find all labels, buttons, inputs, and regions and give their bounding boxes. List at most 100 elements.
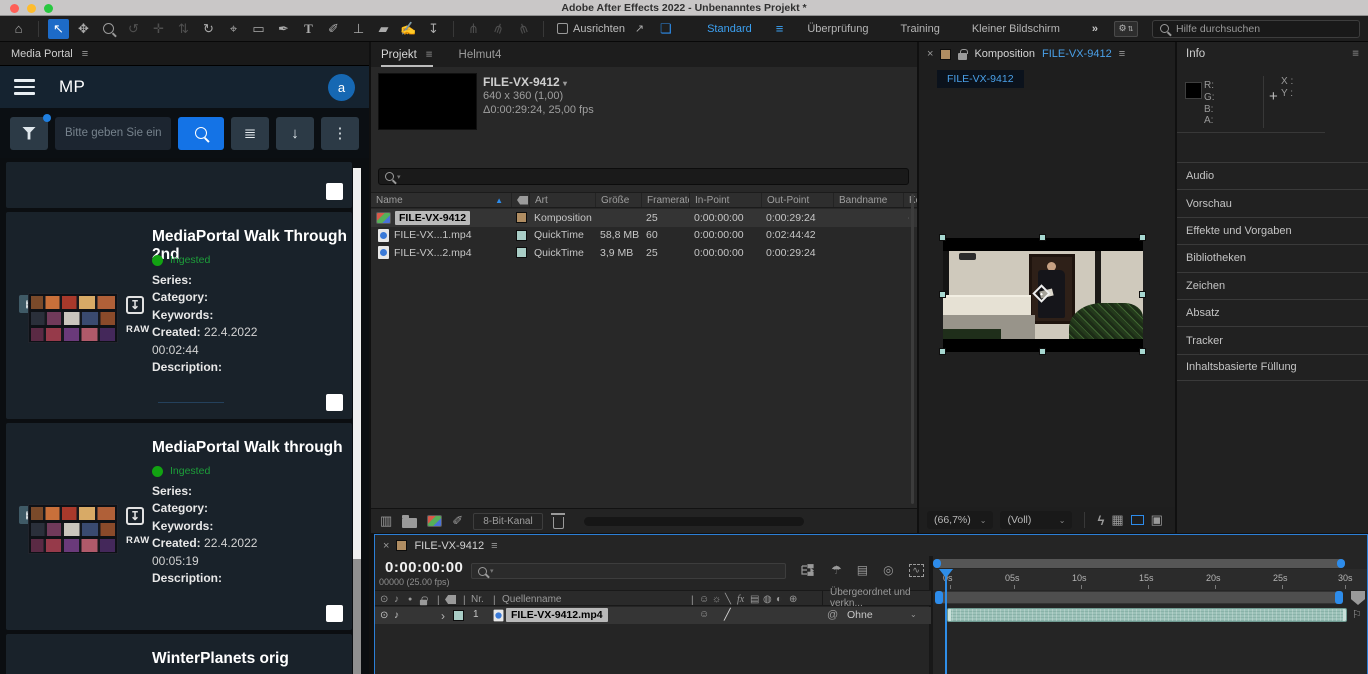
- new-folder-icon[interactable]: [402, 518, 417, 528]
- list-view-button[interactable]: ≣: [231, 117, 269, 150]
- transparency-grid-icon[interactable]: ▦: [1111, 512, 1123, 528]
- chevron-down-icon[interactable]: ⌄: [910, 610, 917, 619]
- panel-tab-vorschau[interactable]: Vorschau: [1177, 189, 1368, 216]
- playhead-line[interactable]: [945, 569, 947, 674]
- roto-brush-tool-icon[interactable]: ✍: [398, 19, 419, 39]
- panel-menu-icon[interactable]: ≡: [1119, 48, 1125, 60]
- comp-marker-icon[interactable]: ⚐: [1352, 608, 1362, 621]
- selection-handle[interactable]: [939, 348, 946, 355]
- horizontal-scrollbar[interactable]: [584, 517, 804, 526]
- view-axis-mode-icon[interactable]: ⋔: [510, 16, 537, 42]
- comp-marker-bin-icon[interactable]: [1351, 591, 1365, 605]
- bit-depth-button[interactable]: 8-Bit-Kanal: [473, 513, 542, 530]
- audio-icon[interactable]: ♪: [394, 594, 399, 605]
- selection-handle[interactable]: [1139, 291, 1146, 298]
- flowchart-icon[interactable]: [908, 212, 909, 224]
- three-d-layer-icon[interactable]: ⊕: [789, 594, 797, 605]
- type-tool-icon[interactable]: T: [298, 19, 319, 39]
- adjust-icon[interactable]: ✐: [452, 513, 463, 529]
- adjustment-layer-icon[interactable]: ◐: [776, 594, 782, 605]
- video-frame[interactable]: [943, 238, 1143, 352]
- close-window-icon[interactable]: [10, 4, 19, 13]
- column-bandname[interactable]: Bandname: [833, 193, 903, 207]
- workspace-tab-training[interactable]: Training: [901, 23, 940, 35]
- panel-tab-bibliotheken[interactable]: Bibliotheken: [1177, 244, 1368, 271]
- select-checkbox[interactable]: [326, 183, 343, 200]
- brush-tool-icon[interactable]: ✐: [323, 19, 344, 39]
- timeline-navigator-bar[interactable]: [933, 559, 1345, 568]
- media-card[interactable]: MediaPortal Walk through Ingested Series…: [6, 423, 352, 630]
- selection-handle[interactable]: [1139, 348, 1146, 355]
- quality-icon[interactable]: ╲: [725, 594, 731, 605]
- media-search-field[interactable]: [55, 117, 171, 150]
- graph-editor-icon[interactable]: ∿: [909, 564, 924, 577]
- column-label[interactable]: [511, 193, 529, 207]
- viewer-stage[interactable]: [919, 90, 1175, 507]
- workspace-tab-standard[interactable]: Standard: [707, 23, 752, 35]
- zoom-tool-icon[interactable]: [98, 19, 119, 39]
- snap-region-icon[interactable]: ❏: [660, 21, 672, 37]
- comp-breadcrumb[interactable]: FILE-VX-9412: [937, 70, 1024, 88]
- chevron-down-icon[interactable]: ▾: [563, 79, 567, 88]
- layer-quality-icon[interactable]: ╱: [724, 608, 731, 621]
- home-icon[interactable]: ⌂: [8, 19, 29, 39]
- zoom-dropdown[interactable]: (66,7%) ⌄: [927, 511, 993, 529]
- panel-menu-icon[interactable]: ≡: [491, 540, 497, 552]
- effects-icon[interactable]: fx: [737, 594, 744, 605]
- timeline-tab-label[interactable]: FILE-VX-9412: [414, 540, 484, 552]
- puppet-pin-tool-icon[interactable]: ↧: [423, 19, 444, 39]
- panel-tab-absatz[interactable]: Absatz: [1177, 299, 1368, 326]
- selection-handle[interactable]: [939, 291, 946, 298]
- column-out-point[interactable]: Out-Point: [761, 193, 833, 207]
- selection-handle[interactable]: [1039, 348, 1046, 355]
- motion-blur-column-icon[interactable]: ◍: [763, 594, 772, 605]
- mask-feather-icon[interactable]: ↗: [629, 19, 650, 39]
- fast-preview-icon[interactable]: ϟ: [1097, 513, 1104, 528]
- media-search-input[interactable]: [65, 127, 161, 139]
- column-parent[interactable]: Übergeordnet und verkn...: [822, 591, 931, 605]
- layer-visibility-icon[interactable]: ⊙: [380, 610, 388, 621]
- rotation-tool-icon[interactable]: ↻: [198, 19, 219, 39]
- selection-tool-icon[interactable]: ↖: [48, 19, 69, 39]
- panel-tab-effekte[interactable]: Effekte und Vorgaben: [1177, 217, 1368, 244]
- lock-column-icon[interactable]: [420, 600, 427, 606]
- workspace-overflow-chevron[interactable]: »: [1092, 23, 1096, 35]
- workspace-tab-ueberpruefung[interactable]: Überprüfung: [807, 23, 868, 35]
- hamburger-menu-icon[interactable]: [14, 79, 35, 95]
- scrollbar-thumb[interactable]: [353, 168, 361, 559]
- align-checkbox[interactable]: [557, 23, 568, 34]
- panel-menu-icon[interactable]: ≡: [426, 49, 433, 61]
- table-row[interactable]: FILE-VX...2.mp4 QuickTime 3,9 MB 25 0:00…: [371, 244, 917, 262]
- panel-tab-tracker[interactable]: Tracker: [1177, 326, 1368, 353]
- workspace-menu-icon[interactable]: ≡: [776, 21, 784, 36]
- panel-tab-audio[interactable]: Audio: [1177, 162, 1368, 189]
- column-quellenname[interactable]: Quellenname: [502, 594, 561, 605]
- local-axis-mode-icon[interactable]: ⋔: [463, 19, 484, 39]
- layer-duration-bar[interactable]: [947, 608, 1347, 622]
- select-checkbox[interactable]: [326, 605, 343, 622]
- playhead-handle[interactable]: [939, 569, 953, 578]
- panel-tab-zeichen[interactable]: Zeichen: [1177, 272, 1368, 299]
- frame-blend-icon[interactable]: ▤: [750, 594, 759, 605]
- help-search[interactable]: [1152, 20, 1360, 38]
- layer-color-swatch[interactable]: [453, 610, 464, 621]
- label-column-icon[interactable]: [445, 595, 456, 604]
- camera-tool-icon[interactable]: ⌖: [223, 19, 244, 39]
- time-ruler[interactable]: 0s 05s 10s 15s 20s 25s 30s: [933, 569, 1368, 590]
- column-art[interactable]: Art: [529, 193, 595, 207]
- label-color-swatch[interactable]: [516, 212, 527, 223]
- parent-dropdown[interactable]: Ohne: [847, 609, 873, 621]
- frame-blending-icon[interactable]: ▤: [857, 563, 868, 577]
- draft-3d-icon[interactable]: ☂: [831, 563, 842, 577]
- layer-shy-icon[interactable]: ☺: [699, 609, 709, 620]
- column-nr[interactable]: Nr.: [471, 594, 484, 605]
- layer-name[interactable]: FILE-VX-9412.mp4: [506, 608, 608, 622]
- select-checkbox[interactable]: [326, 394, 343, 411]
- timeline-search-field[interactable]: ▾: [471, 563, 786, 579]
- download-asset-icon[interactable]: ↧: [126, 507, 144, 525]
- composition-region-icon[interactable]: ▣: [1151, 512, 1163, 528]
- close-icon[interactable]: ×: [383, 540, 389, 552]
- video-visibility-icon[interactable]: ⊙: [380, 594, 388, 605]
- eraser-tool-icon[interactable]: ▰: [373, 19, 394, 39]
- download-asset-icon[interactable]: ↧: [126, 296, 144, 314]
